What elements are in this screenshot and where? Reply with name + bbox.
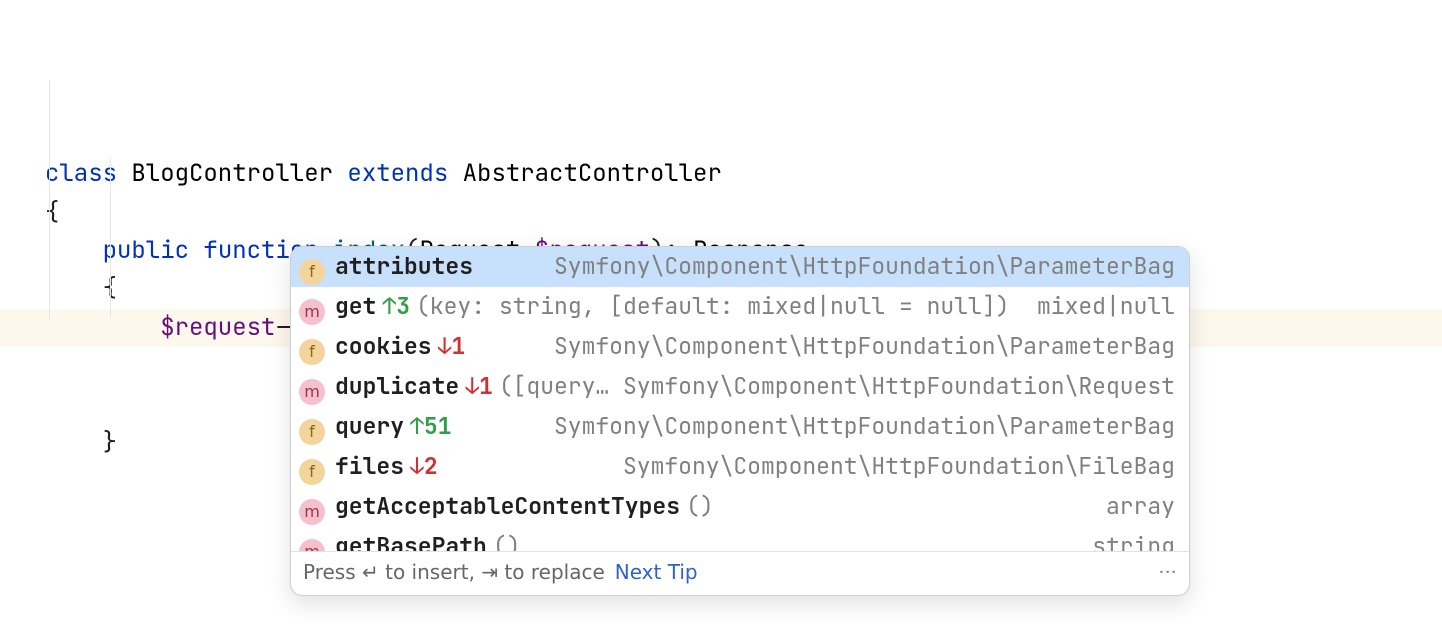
indent-guide-1 bbox=[49, 80, 50, 320]
completion-item-name: getAcceptableContentTypes bbox=[335, 488, 680, 526]
completion-item-type: mixed|null bbox=[1037, 288, 1175, 326]
field-badge-icon: f bbox=[299, 259, 325, 285]
completion-item-getAcceptableContentTypes[interactable]: m getAcceptableContentTypes () array bbox=[291, 487, 1189, 527]
completion-item-cookies[interactable]: f cookies↓1 Symfony\Component\HttpFoundati… bbox=[291, 327, 1189, 367]
completion-item-name: duplicate bbox=[335, 368, 459, 406]
completion-item-get[interactable]: mget↑3 (key: string, [default: mixed|nul… bbox=[291, 287, 1189, 327]
brace-open: { bbox=[45, 197, 59, 228]
completion-item-type: Symfony\Component\HttpFoundation\Paramet… bbox=[554, 248, 1175, 286]
completion-item-type: Symfony\Component\HttpFoundation\Paramet… bbox=[554, 328, 1175, 366]
completion-popup[interactable]: f attributes Symfony\Component\HttpFoundat… bbox=[290, 246, 1190, 596]
field-badge-icon: f bbox=[299, 339, 325, 365]
completion-item-name: get bbox=[335, 288, 376, 326]
completion-item-type: Symfony\Component\HttpFoundation\FileBag bbox=[623, 448, 1175, 486]
completion-item-files[interactable]: ffiles↓2 Symfony\Component\HttpFoundation… bbox=[291, 447, 1189, 487]
completion-list[interactable]: f attributes Symfony\Component\HttpFoundat… bbox=[291, 247, 1189, 551]
completion-item-name: getBasePath bbox=[335, 528, 487, 551]
tab-key-icon: ⇥ bbox=[481, 560, 498, 584]
rank-up-icon: ↑3 bbox=[382, 288, 410, 326]
method-badge-icon: m bbox=[299, 499, 325, 525]
class-name: BlogController bbox=[131, 158, 333, 189]
rank-down-icon: ↓1 bbox=[438, 328, 466, 366]
expr-variable: $request bbox=[160, 312, 275, 343]
completion-item-query[interactable]: fquery↑51 Symfony\Component\HttpFoundatio… bbox=[291, 407, 1189, 447]
completion-item-signature: () bbox=[493, 528, 521, 551]
super-class: AbstractController bbox=[463, 158, 722, 189]
completion-item-name: attributes bbox=[335, 248, 473, 286]
completion-item-getBasePath[interactable]: m getBasePath () string bbox=[291, 527, 1189, 551]
keyword-extends: extends bbox=[347, 158, 448, 189]
completion-item-type: string bbox=[1092, 528, 1175, 551]
keyword-class: class bbox=[45, 158, 117, 189]
completion-item-signature: () bbox=[686, 488, 714, 526]
enter-key-icon: ↵ bbox=[362, 560, 379, 584]
rank-up-icon: ↑51 bbox=[410, 408, 451, 446]
completion-item-type: Symfony\Component\HttpFoundation\Request bbox=[623, 368, 1175, 406]
field-badge-icon: f bbox=[299, 459, 325, 485]
next-tip-link[interactable]: Next Tip bbox=[615, 556, 698, 589]
completion-item-type: Symfony\Component\HttpFoundation\Paramet… bbox=[554, 408, 1175, 446]
indent-guide-2 bbox=[110, 158, 111, 318]
completion-item-type: array bbox=[1106, 488, 1175, 526]
more-menu-icon[interactable]: ⋮ bbox=[1152, 563, 1182, 583]
completion-footer: Press ↵ to insert, ⇥ to replace Next Tip… bbox=[291, 551, 1189, 595]
completion-item-name: cookies bbox=[335, 328, 432, 366]
rank-down-icon: ↓1 bbox=[465, 368, 493, 406]
completion-item-signature: ([query:… bbox=[499, 368, 615, 406]
keyword-public: public bbox=[103, 235, 189, 266]
method-badge-icon: m bbox=[299, 299, 325, 325]
field-badge-icon: f bbox=[299, 419, 325, 445]
completion-item-signature: (key: string, [default: mixed|null = nul… bbox=[416, 288, 1009, 326]
fn-brace-close: } bbox=[103, 427, 117, 458]
method-badge-icon: m bbox=[299, 539, 325, 551]
completion-item-name: query bbox=[335, 408, 404, 446]
completion-item-attributes[interactable]: f attributes Symfony\Component\HttpFoundat… bbox=[291, 247, 1189, 287]
method-badge-icon: m bbox=[299, 379, 325, 405]
rank-down-icon: ↓2 bbox=[410, 448, 438, 486]
footer-hint: Press ↵ to insert, ⇥ to replace bbox=[303, 556, 605, 589]
completion-item-name: files bbox=[335, 448, 404, 486]
completion-item-duplicate[interactable]: m duplicate↓1 ([query:…Symfony\Component\… bbox=[291, 367, 1189, 407]
